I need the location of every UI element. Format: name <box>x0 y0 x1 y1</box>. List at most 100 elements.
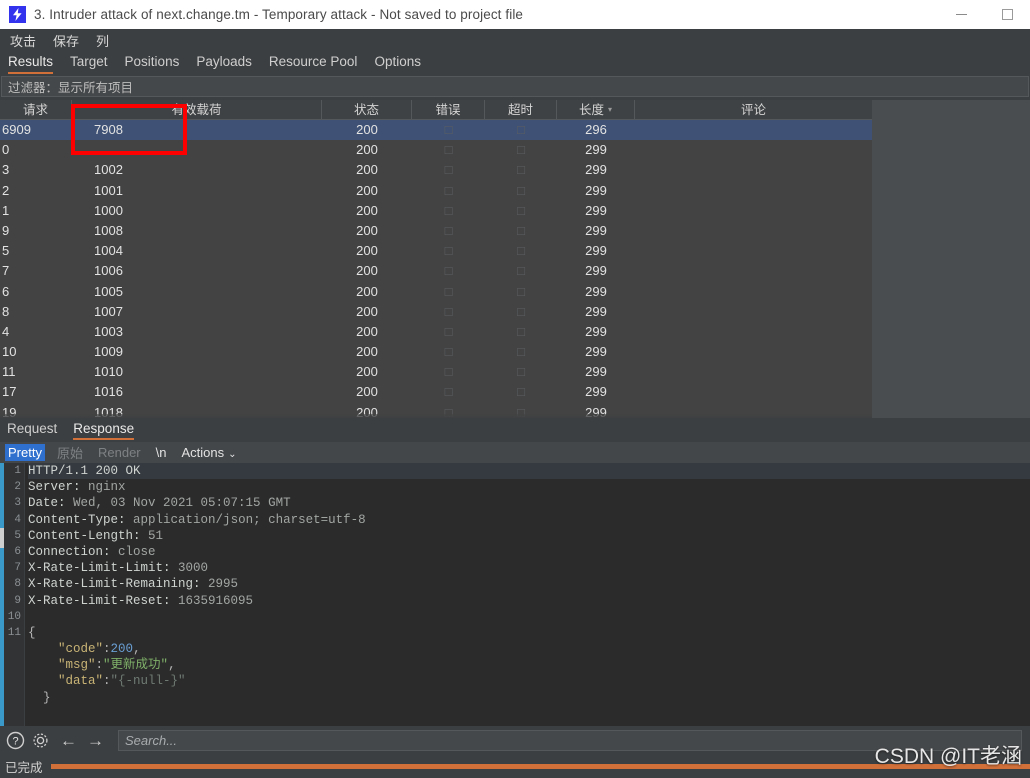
table-row[interactable]: 17 1016 200 □ □ 299 <box>0 382 872 402</box>
response-header-line: Server: nginx <box>28 480 126 495</box>
cell-comment <box>635 322 872 342</box>
table-row[interactable]: 3 1002 200 □ □ 299 <box>0 160 872 180</box>
line-number: 5 <box>14 529 21 542</box>
line-number: 11 <box>7 626 21 639</box>
message-tab-bar: Request Response <box>0 419 1030 440</box>
response-blank-line <box>28 609 1030 625</box>
results-table[interactable]: 请求 有效载荷 状态 错误 超时 长度 ▾ 评论 6909 7908 200 □ □ 296… <box>0 100 872 418</box>
column-header-error[interactable]: 错误 <box>412 100 485 120</box>
forward-arrow-icon[interactable]: → <box>87 732 104 749</box>
column-header-payload[interactable]: 有效载荷 <box>72 100 322 120</box>
search-placeholder: Search... <box>125 732 178 748</box>
column-header-length[interactable]: 长度 ▾ <box>557 100 635 120</box>
view-button-render[interactable]: Render <box>95 444 144 461</box>
tab-options[interactable]: Options <box>374 54 421 74</box>
cell-status: 200 <box>356 142 378 158</box>
cell-request: 1 <box>2 202 10 218</box>
cell-timeout: □ <box>517 122 525 137</box>
json-close-brace: } <box>43 690 51 705</box>
back-arrow-icon[interactable]: ← <box>60 732 77 749</box>
cell-request: 7 <box>2 263 10 279</box>
cell-status: 200 <box>356 222 378 238</box>
cell-comment <box>635 160 872 180</box>
cell-timeout: □ <box>517 384 525 400</box>
table-row[interactable]: 6909 7908 200 □ □ 296 <box>0 120 872 141</box>
cell-status: 200 <box>356 303 378 319</box>
response-viewer[interactable]: 1 2 3 4 5 6 7 8 9 10 11 HTTP/1.1 200 OK Server: ngi… <box>0 463 1030 726</box>
cell-error: □ <box>444 384 453 400</box>
line-numbers: 1 2 3 4 5 6 7 8 9 10 11 <box>4 463 24 641</box>
table-row[interactable]: 10 1009 200 □ □ 299 <box>0 342 872 362</box>
tab-request[interactable]: Request <box>7 421 57 440</box>
tab-resource-pool[interactable]: Resource Pool <box>269 54 358 74</box>
table-row[interactable]: 5 1004 200 □ □ 299 <box>0 241 872 261</box>
cell-status: 200 <box>356 202 378 218</box>
title-bar: 3. Intruder attack of next.change.tm - T… <box>0 0 1030 29</box>
table-row[interactable]: 8 1007 200 □ □ 299 <box>0 302 872 322</box>
cell-request: 9 <box>2 222 10 238</box>
table-row[interactable]: 6 1005 200 □ □ 299 <box>0 282 872 302</box>
json-entry: "data":"{-null-}" <box>58 674 186 689</box>
cell-comment <box>635 140 872 160</box>
bottom-bar: ? ← → Search... <box>0 726 1030 754</box>
menu-item-attack[interactable]: 攻击 <box>8 30 38 51</box>
table-row[interactable]: 1 1000 200 □ □ 299 <box>0 201 872 221</box>
cell-length: 299 <box>585 303 607 319</box>
cell-comment <box>635 282 872 302</box>
view-button-pretty[interactable]: Pretty <box>5 444 45 461</box>
tab-target[interactable]: Target <box>70 54 108 74</box>
table-row[interactable]: 11 1010 200 □ □ 299 <box>0 362 872 382</box>
tab-results[interactable]: Results <box>8 54 54 74</box>
cell-payload: 1001 <box>94 182 123 198</box>
view-button-raw[interactable]: 原始 <box>54 442 86 463</box>
line-number: 8 <box>14 578 21 591</box>
line-number: 9 <box>14 594 21 607</box>
table-row[interactable]: 2 1001 200 □ □ 299 <box>0 181 872 201</box>
cell-request: 8 <box>2 303 10 319</box>
cell-error: □ <box>444 182 453 198</box>
gear-icon[interactable] <box>31 731 50 750</box>
cell-payload: 1000 <box>94 202 123 218</box>
line-number: 3 <box>14 497 21 510</box>
minimize-button[interactable] <box>938 0 984 29</box>
maximize-button[interactable] <box>984 0 1030 29</box>
column-header-status[interactable]: 状态 <box>322 100 412 120</box>
window-title: 3. Intruder attack of next.change.tm - T… <box>34 7 524 22</box>
table-row[interactable]: 7 1006 200 □ □ 299 <box>0 261 872 281</box>
column-header-comment[interactable]: 评论 <box>635 100 872 120</box>
cell-status: 200 <box>356 182 378 198</box>
progress-bar <box>50 763 1030 769</box>
actions-menu-button[interactable]: Actions ⌄ <box>178 444 239 461</box>
menu-item-save[interactable]: 保存 <box>51 30 81 51</box>
main-tab-bar: Results Target Positions Payloads Resour… <box>0 51 1030 74</box>
tab-payloads[interactable]: Payloads <box>196 54 252 74</box>
column-header-timeout[interactable]: 超时 <box>485 100 557 120</box>
table-row[interactable]: 4 1003 200 □ □ 299 <box>0 322 872 342</box>
tab-response[interactable]: Response <box>73 421 135 440</box>
filter-bar[interactable]: 过滤器： 显示所有项目 <box>1 76 1029 97</box>
cell-status: 200 <box>356 162 378 178</box>
cell-comment <box>635 120 872 140</box>
view-button-newline[interactable]: \n <box>153 444 170 461</box>
response-header-line: Content-Length: 51 <box>28 528 164 543</box>
cell-length: 299 <box>585 182 607 198</box>
column-header-request[interactable]: 请求 <box>0 100 72 120</box>
filter-value: 显示所有项目 <box>58 81 134 95</box>
view-toolbar: Pretty 原始 Render \n Actions ⌄ <box>0 442 1030 463</box>
status-text: 已完成 <box>5 760 43 775</box>
tab-positions[interactable]: Positions <box>125 54 180 74</box>
cell-request: 17 <box>2 384 17 400</box>
search-input[interactable]: Search... <box>118 729 1022 751</box>
table-row[interactable]: 0 200 □ □ 299 <box>0 140 872 160</box>
menu-item-columns[interactable]: 列 <box>94 30 111 51</box>
cell-error: □ <box>444 162 453 178</box>
question-mark-icon[interactable]: ? <box>6 731 25 750</box>
response-header-line: Connection: close <box>28 544 156 559</box>
cell-comment <box>635 302 872 322</box>
table-row[interactable]: 9 1008 200 □ □ 299 <box>0 221 872 241</box>
response-code[interactable]: HTTP/1.1 200 OK Server: nginx Date: Wed, 0… <box>28 463 1030 726</box>
status-bar: 已完成 <box>0 754 1030 778</box>
cell-length: 299 <box>585 162 607 178</box>
table-right-filler <box>872 100 1030 418</box>
cell-status: 200 <box>356 364 378 380</box>
